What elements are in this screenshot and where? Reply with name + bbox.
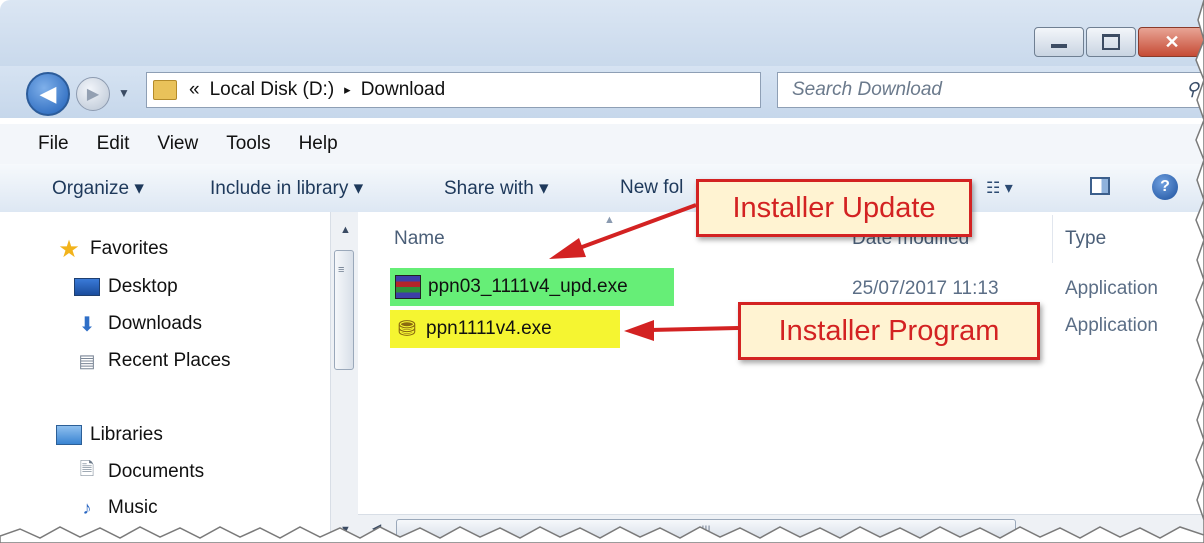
close-button[interactable]: ✕ (1138, 27, 1204, 57)
file-name: ppn1111v4.exe (426, 318, 552, 339)
breadcrumb-overflow[interactable]: « (189, 79, 200, 101)
nav-music[interactable]: ♪ Music (74, 497, 158, 519)
nav-recent-places[interactable]: ▤ Recent Places (74, 350, 231, 372)
nav-desktop-label: Desktop (108, 276, 178, 297)
horizontal-scrollbar[interactable]: ◀ ||| (358, 514, 1204, 543)
menu-view[interactable]: View (143, 133, 212, 155)
breadcrumb-separator-icon[interactable]: ▸ (344, 82, 351, 98)
menu-file[interactable]: File (0, 133, 83, 155)
recent-pages-dropdown[interactable]: ▼ (118, 86, 130, 100)
callout-installer-update: Installer Update (696, 179, 972, 237)
scroll-up-icon[interactable]: ▲ (340, 224, 351, 236)
sort-arrow-icon: ▲ (604, 214, 615, 226)
winrar-archive-icon (394, 275, 422, 299)
column-separator[interactable] (1052, 215, 1053, 263)
minimize-icon (1051, 44, 1067, 48)
file-type: Application (1065, 315, 1158, 336)
nav-libraries-label: Libraries (90, 424, 163, 445)
file-row[interactable]: ⛃ ppn1111v4.exe (390, 310, 620, 348)
callout-installer-program: Installer Program (738, 302, 1040, 360)
nav-recent-places-label: Recent Places (108, 350, 231, 371)
scroll-down-icon[interactable]: ▼ (340, 524, 351, 536)
scroll-grip-icon: ≡ (338, 264, 345, 276)
documents-icon: 🗎 (79, 459, 95, 479)
music-icon: ♪ (82, 497, 92, 518)
downloads-folder-icon: ⬇ (78, 313, 96, 336)
minimize-button[interactable] (1034, 27, 1084, 57)
preview-pane-icon[interactable] (1090, 177, 1110, 195)
file-name: ppn03_1111v4_upd.exe (428, 276, 628, 297)
organize-button[interactable]: Organize ▾ (52, 177, 144, 200)
views-icon[interactable]: ☷ ▾ (986, 178, 1013, 198)
nav-music-label: Music (108, 497, 158, 518)
breadcrumb-local-disk[interactable]: Local Disk (D:) (210, 79, 335, 101)
libraries-icon (56, 424, 82, 446)
address-bar[interactable]: « Local Disk (D:) ▸ Download ▼ ↻ (146, 72, 894, 108)
nav-libraries[interactable]: Libraries (56, 424, 163, 446)
search-input[interactable]: Search Download ⚲ (777, 72, 1204, 108)
nav-documents-label: Documents (108, 461, 205, 482)
file-row[interactable]: ppn03_1111v4_upd.exe (390, 268, 674, 306)
menu-edit[interactable]: Edit (83, 133, 144, 155)
nav-downloads[interactable]: ⬇ Downloads (74, 313, 202, 336)
menu-bar: File Edit View Tools Help (0, 124, 1204, 165)
search-placeholder: Search Download (792, 79, 942, 100)
nav-favorites-label: Favorites (90, 238, 169, 259)
explorer-window: ✕ ◀ ▶ ▼ « Local Disk (D:) ▸ Download ▼ ↻… (0, 0, 1204, 543)
file-date: 25/07/2017 11:13 (852, 278, 999, 299)
forward-button[interactable]: ▶ (76, 77, 110, 111)
scroll-left-icon[interactable]: ◀ (372, 521, 381, 535)
desktop-icon (74, 276, 100, 298)
breadcrumb-download[interactable]: Download (361, 79, 446, 101)
forward-arrow-icon: ▶ (86, 86, 100, 103)
file-type: Application (1065, 278, 1158, 299)
folder-icon (153, 80, 177, 100)
close-icon: ✕ (1164, 31, 1180, 52)
nav-desktop[interactable]: Desktop (74, 276, 178, 298)
command-bar: Organize ▾ Include in library ▾ Share wi… (0, 164, 1204, 213)
star-icon: ★ (58, 235, 80, 263)
menu-tools[interactable]: Tools (212, 133, 284, 155)
back-button[interactable]: ◀ (26, 72, 70, 116)
include-in-library-button[interactable]: Include in library ▾ (210, 177, 363, 200)
nav-documents[interactable]: 🗎 Documents (74, 459, 205, 483)
nav-downloads-label: Downloads (108, 313, 202, 334)
title-bar (0, 0, 1204, 66)
breadcrumb: « Local Disk (D:) ▸ Download (189, 79, 445, 101)
nav-favorites[interactable]: ★ Favorites (56, 235, 169, 263)
share-with-button[interactable]: Share with ▾ (444, 177, 549, 200)
navigation-pane (0, 212, 330, 543)
column-header-name[interactable]: Name (394, 228, 445, 250)
menu-help[interactable]: Help (285, 133, 352, 155)
back-arrow-icon: ◀ (39, 81, 57, 106)
maximize-button[interactable] (1086, 27, 1136, 57)
installer-icon: ⛃ (397, 316, 417, 341)
recent-places-icon: ▤ (78, 350, 96, 371)
horizontal-scroll-thumb[interactable]: ||| (396, 519, 1016, 541)
new-folder-button[interactable]: New fol (620, 177, 683, 199)
search-icon[interactable]: ⚲ (1186, 79, 1199, 100)
maximize-icon (1102, 34, 1120, 50)
help-icon[interactable]: ? (1152, 174, 1178, 200)
column-header-type[interactable]: Type (1065, 228, 1106, 250)
nav-vertical-scrollbar[interactable]: ▲ ≡ ▼ (330, 212, 359, 543)
file-list-pane (358, 212, 1204, 543)
